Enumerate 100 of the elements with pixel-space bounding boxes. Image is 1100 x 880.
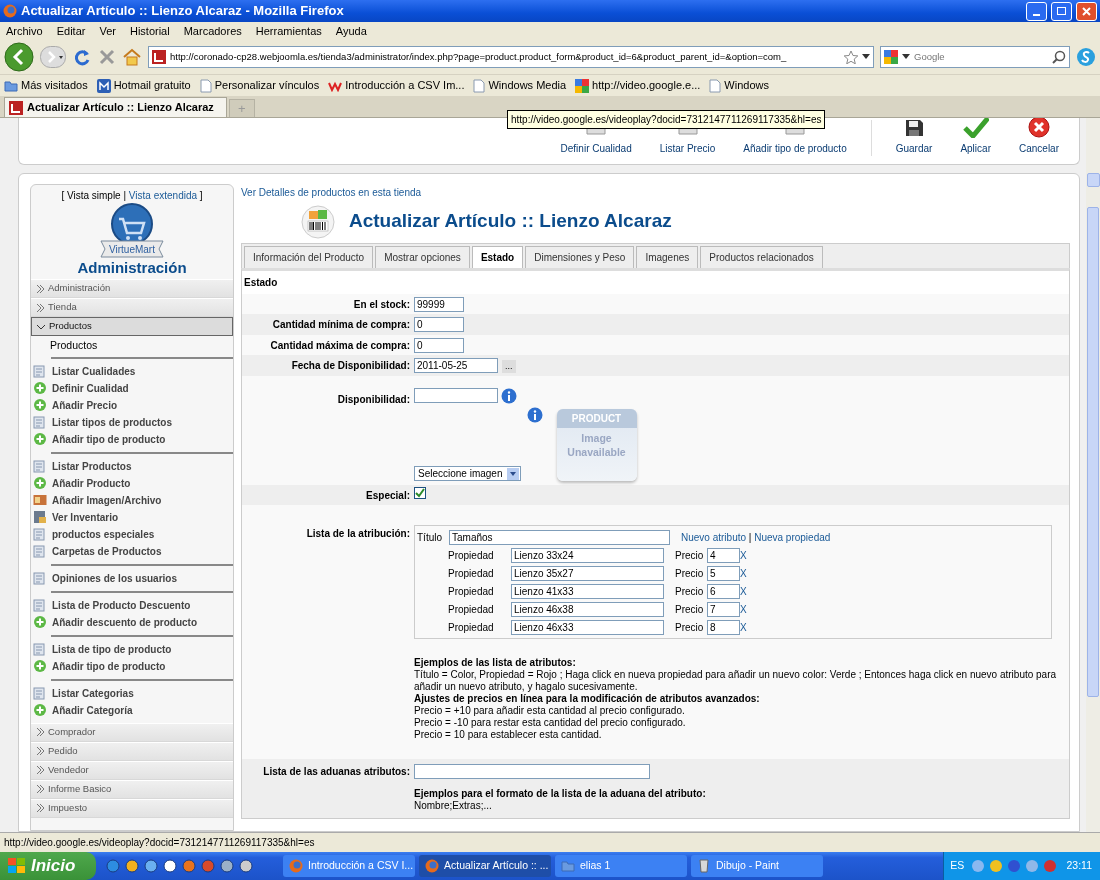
tab[interactable]: Dimensiones y Peso [525, 245, 635, 268]
text-field[interactable]: 99999 [414, 296, 464, 312]
remove-link[interactable]: X [740, 565, 747, 581]
dropdown-caret-icon[interactable] [862, 54, 870, 60]
sidebar-link[interactable]: Añadir Producto [52, 475, 131, 491]
sidebar-link[interactable]: Añadir descuento de producto [52, 614, 197, 630]
browser-tab[interactable]: Actualizar Artículo :: Lienzo Alcaraz [4, 97, 227, 117]
tab[interactable]: Información del Producto [244, 245, 374, 268]
taskbar-button[interactable]: Actualizar Artículo :: ... [419, 855, 551, 877]
property-field[interactable]: Lienzo 41x33 [511, 583, 664, 599]
property-field[interactable]: Lienzo 35x27 [511, 565, 664, 581]
tray-icon[interactable] [989, 859, 1003, 873]
tray-icon[interactable] [1007, 859, 1021, 873]
tab[interactable]: Imagenes [636, 245, 699, 268]
address-bar[interactable]: http://coronado-cp28.webjoomla.es/tienda3/administrator/index.php?page=product.product_form&product_id=6&product_parent_id=&option=com_ [148, 46, 874, 68]
price-field[interactable]: 4 [707, 547, 740, 563]
sidebar-link[interactable]: Listar Categorias [52, 685, 134, 701]
menu-section[interactable]: Comprador [31, 722, 233, 742]
dropdown-caret-icon[interactable] [902, 54, 910, 60]
search-box[interactable]: Google [880, 46, 1070, 68]
tab[interactable]: Mostrar opciones [375, 245, 470, 268]
sidebar-link[interactable]: Listar Productos [52, 458, 132, 474]
quick-launch-icon[interactable] [182, 859, 196, 873]
store-link[interactable]: Ver Detalles de productos en esta tienda [241, 185, 422, 200]
toolbar-button[interactable]: Definir Cualidad [546, 128, 646, 156]
remove-link[interactable]: X [740, 601, 747, 617]
bookmark-link[interactable]: Más visitados [21, 77, 88, 94]
sidebar-link[interactable]: Carpetas de Productos [52, 543, 162, 559]
attribute-link[interactable]: Nueva propiedad [754, 531, 831, 543]
sidebar-link[interactable]: Añadir tipo de producto [52, 431, 166, 447]
sidebar-link[interactable]: Definir Cualidad [52, 380, 129, 396]
toolbar-button[interactable]: Guardar [881, 118, 947, 156]
taskbar-button[interactable]: elias 1 [555, 855, 687, 877]
price-field[interactable]: 7 [707, 601, 740, 617]
property-field[interactable]: Lienzo 46x38 [511, 601, 664, 617]
quick-launch-icon[interactable] [239, 859, 253, 873]
property-field[interactable]: Lienzo 46x33 [511, 619, 664, 635]
date-field[interactable]: 2011-05-25 [414, 358, 498, 373]
stop-icon[interactable] [98, 48, 116, 66]
address-field[interactable]: http://coronado-cp28.webjoomla.es/tienda3/administrator/index.php?page=product.product_form&product_id=6&product_parent_id=&option=com_ [170, 49, 840, 65]
menu-item[interactable]: Ayuda [335, 22, 367, 40]
sidebar-link[interactable]: productos especiales [52, 526, 155, 542]
availability-field[interactable] [414, 388, 498, 403]
remove-link[interactable]: X [740, 583, 747, 599]
taskbar-button[interactable]: Dibujo - Paint [691, 855, 823, 877]
attribute-link[interactable]: Nuevo atributo [681, 531, 747, 543]
quick-launch-icon[interactable] [125, 859, 139, 873]
bookmark-link[interactable]: Introducción a CSV Im... [345, 77, 465, 94]
menu-item[interactable]: Historial [129, 22, 170, 40]
search-icon[interactable] [1052, 50, 1066, 64]
menu-section[interactable]: Tienda [31, 298, 233, 317]
toolbar-button[interactable]: Aplicar [946, 118, 1005, 156]
sidebar-link[interactable]: Listar tipos de productos [52, 414, 172, 430]
toolbar-button[interactable]: Añadir tipo de producto [729, 128, 861, 156]
bookmark-link[interactable]: Hotmail gratuito [113, 77, 191, 94]
view-link[interactable]: Vista extendida [128, 190, 198, 201]
info-icon[interactable] [500, 387, 517, 404]
toolbar-button[interactable]: Listar Precio [645, 128, 730, 156]
sidebar-link[interactable]: Listar Cualidades [52, 363, 136, 379]
bookmark-link[interactable]: Personalizar vínculos [214, 77, 320, 94]
forward-button[interactable] [40, 46, 66, 68]
sidebar-link[interactable]: Añadir Categoría [52, 702, 133, 718]
property-field[interactable]: Lienzo 33x24 [511, 547, 664, 563]
menu-item[interactable]: Ver [99, 22, 116, 40]
menu-item[interactable]: Editar [56, 22, 86, 40]
info-icon[interactable] [526, 406, 543, 423]
menu-section[interactable]: Administración [31, 279, 233, 298]
menu-section[interactable]: Productos [31, 317, 233, 336]
taskbar-button[interactable]: Introducción a CSV I... [283, 855, 415, 877]
back-button[interactable] [4, 42, 34, 72]
menu-item[interactable]: Herramientas [255, 22, 322, 40]
toolbar-button[interactable]: Cancelar [1004, 118, 1073, 156]
sidebar-link[interactable]: Lista de tipo de producto [52, 641, 172, 657]
sidebar-link[interactable]: Añadir Imagen/Archivo [52, 492, 162, 508]
sidebar-link[interactable]: Añadir Precio [52, 397, 118, 413]
reload-icon[interactable] [72, 47, 92, 67]
image-select[interactable]: Seleccione imagen [414, 466, 521, 482]
remove-link[interactable]: X [740, 619, 747, 635]
quick-launch-icon[interactable] [220, 859, 234, 873]
sidebar-link[interactable]: Añadir tipo de producto [52, 658, 166, 674]
price-field[interactable]: 6 [707, 583, 740, 599]
sidebar-link[interactable]: Lista de Producto Descuento [52, 597, 191, 613]
custom-attributes-field[interactable] [414, 764, 650, 780]
price-field[interactable]: 8 [707, 619, 740, 635]
attribute-title-field[interactable]: Tamaños [449, 529, 670, 545]
sidebar-link[interactable]: Opiniones de los usuarios [52, 570, 178, 586]
remove-link[interactable]: X [740, 547, 747, 563]
price-field[interactable]: 5 [707, 565, 740, 581]
text-field[interactable]: 0 [414, 317, 464, 332]
search-field[interactable]: Google [914, 49, 1048, 65]
bookmark-link[interactable]: http://video.google.e... [592, 77, 701, 94]
menu-item[interactable]: Marcadores [183, 22, 242, 40]
bookmark-link[interactable]: Windows Media [488, 77, 567, 94]
tab[interactable]: Productos relacionados [700, 245, 823, 268]
date-picker-button[interactable]: ... [502, 360, 516, 373]
addon-icon[interactable] [1076, 47, 1096, 67]
sidebar-link[interactable]: Ver Inventario [52, 509, 119, 525]
checkbox[interactable] [414, 487, 426, 500]
star-icon[interactable] [844, 50, 858, 64]
quick-launch-icon[interactable] [144, 859, 158, 873]
